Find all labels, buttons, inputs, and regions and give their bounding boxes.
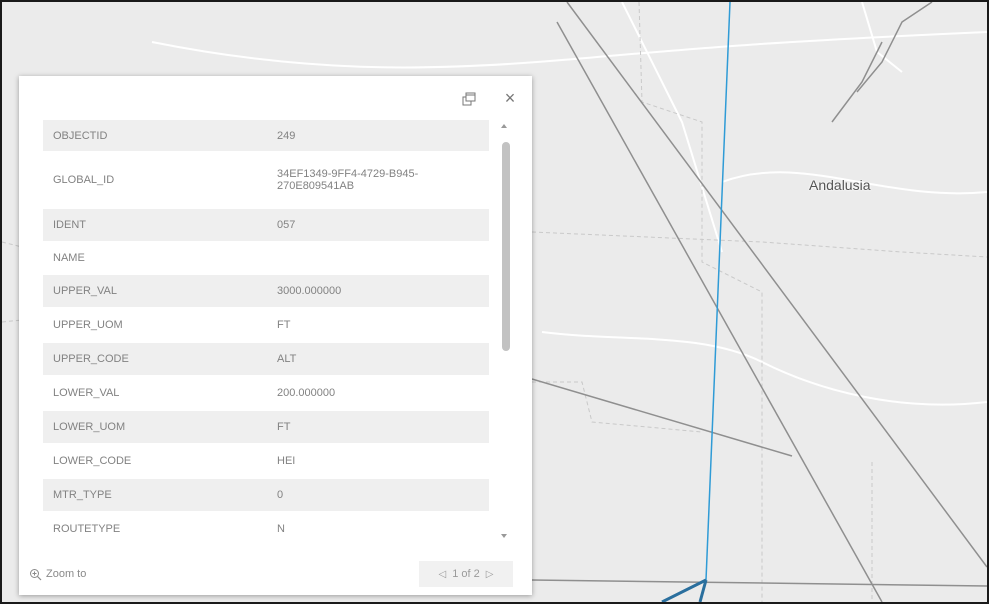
attribute-row: UPPER_VAL 3000.000000 [43,274,489,309]
attribute-value: ALT [267,342,489,377]
previous-feature-icon[interactable]: ◁ [439,569,447,580]
attribute-key: LOWER_VAL [43,376,267,411]
attribute-row: LOWER_VAL 200.000000 [43,376,489,411]
attribute-value: 0 [267,478,489,513]
attribute-key: MTR_TYPE [43,478,267,513]
popup-header: × [19,76,532,116]
attribute-key: IDENT [43,208,267,243]
attribute-key: GLOBAL_ID [43,152,267,209]
attribute-row: LOWER_CODE HEI [43,444,489,479]
attribute-value: FT [267,410,489,445]
attribute-table-container[interactable]: OBJECTID 249 GLOBAL_ID 34EF1349-9FF4-4729-B… [43,120,513,544]
popup-scrollbar[interactable] [497,120,513,544]
attribute-key: ROUTETYPE [43,512,267,544]
close-icon[interactable]: × [502,89,518,107]
attribute-value: 200.000000 [267,376,489,411]
attribute-key: UPPER_CODE [43,342,267,377]
attribute-key: LOWER_CODE [43,444,267,479]
attribute-key: UPPER_UOM [43,308,267,343]
attribute-value: 34EF1349-9FF4-4729-B945-270E809541AB [267,152,489,209]
dock-icon[interactable] [462,92,476,106]
attribute-row: OBJECTID 249 [43,120,489,153]
zoom-in-icon [30,568,42,580]
attribute-value: 249 [267,120,489,153]
attribute-key: LOWER_UOM [43,410,267,445]
map-view[interactable]: Andalusia × OBJECTID 249 GLOBAL_ID 34EF1349… [0,0,989,604]
next-feature-icon[interactable]: ▷ [486,569,494,580]
zoom-to-label: Zoom to [46,568,87,580]
attribute-row: NAME [43,242,489,275]
attribute-row: IDENT 057 [43,208,489,243]
attribute-row: GLOBAL_ID 34EF1349-9FF4-4729-B945-270E809… [43,152,489,209]
feature-popup: × OBJECTID 249 GLOBAL_ID 34EF1349-9FF4-4729… [19,76,532,595]
attribute-row: LOWER_UOM FT [43,410,489,445]
attribute-row: ROUTETYPE N [43,512,489,544]
attribute-key: UPPER_VAL [43,274,267,309]
attribute-value: 057 [267,208,489,243]
attribute-table: OBJECTID 249 GLOBAL_ID 34EF1349-9FF4-4729-B… [43,120,489,544]
attribute-value: N [267,512,489,544]
attribute-value [267,242,489,275]
place-label-andalusia: Andalusia [809,177,871,193]
pager-label: 1 of 2 [452,568,480,580]
attribute-value: HEI [267,444,489,479]
attribute-key: OBJECTID [43,120,267,153]
scroll-thumb[interactable] [502,142,510,351]
scroll-down-arrow-icon[interactable] [501,534,507,538]
attribute-row: UPPER_UOM FT [43,308,489,343]
popup-footer: Zoom to ◁ 1 of 2 ▷ [19,554,532,595]
scroll-up-arrow-icon[interactable] [501,124,507,128]
attribute-row: MTR_TYPE 0 [43,478,489,513]
attribute-key: NAME [43,242,267,275]
attribute-value: 3000.000000 [267,274,489,309]
attribute-row: UPPER_CODE ALT [43,342,489,377]
feature-pager: ◁ 1 of 2 ▷ [419,561,513,587]
zoom-to-button[interactable]: Zoom to [29,564,86,584]
attribute-value: FT [267,308,489,343]
